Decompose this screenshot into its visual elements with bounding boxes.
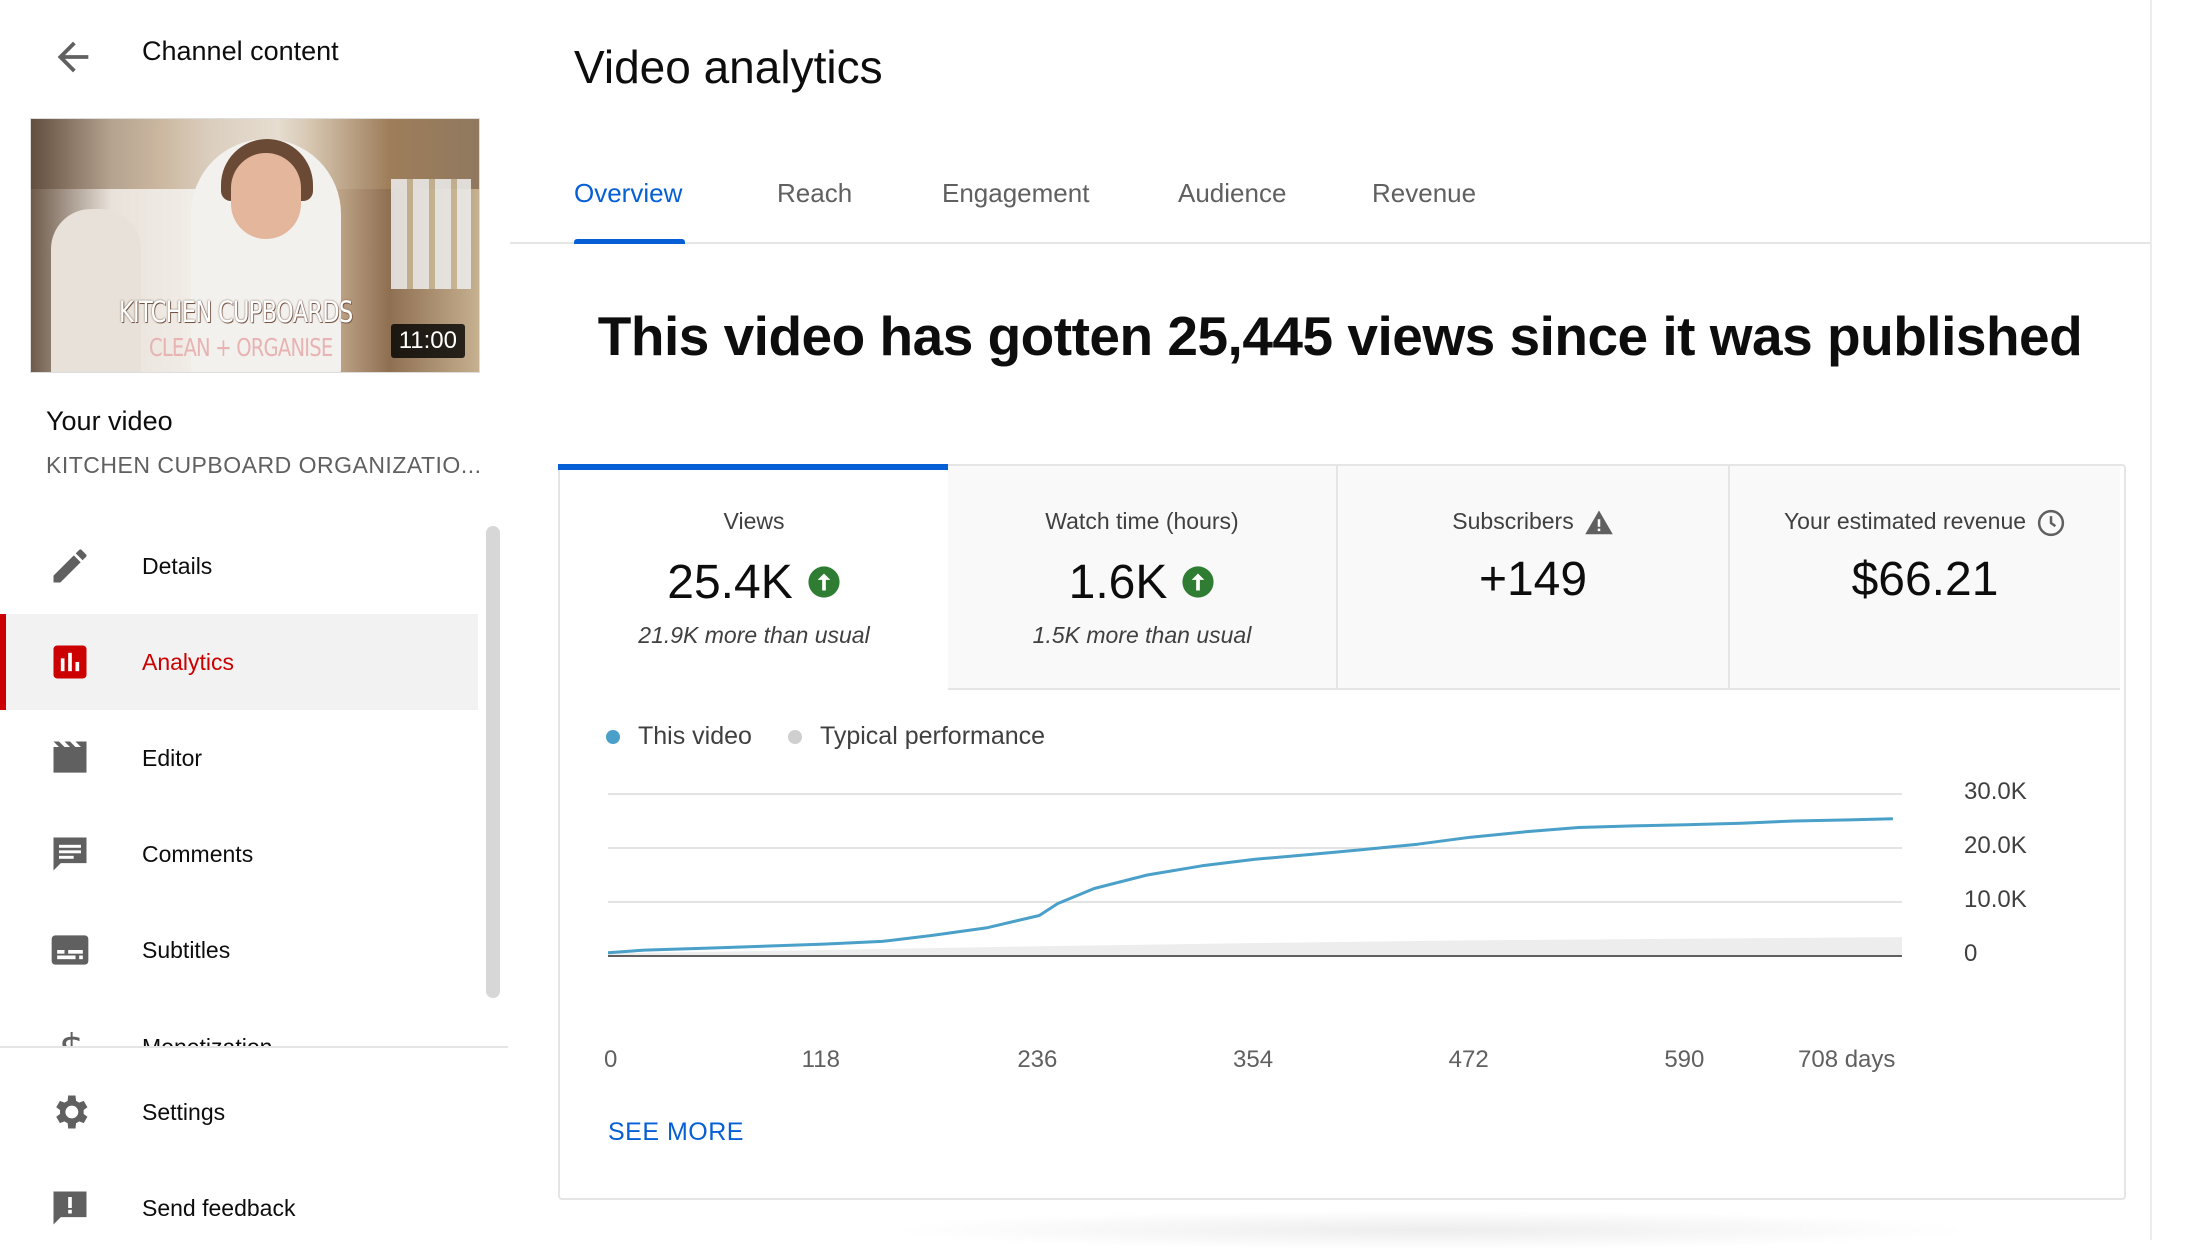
views-line-chart[interactable] [590, 780, 1960, 1080]
x-tick-label: 708 days [1798, 1046, 1896, 1073]
metric-subscribers[interactable]: Subscribers +149 [1338, 466, 1730, 690]
metric-revenue[interactable]: Your estimated revenue $66.21 [1730, 466, 2120, 690]
sidebar-item-send-feedback[interactable]: Send feedback [0, 1160, 478, 1256]
legend-label: Typical performance [819, 722, 1046, 750]
y-tick-label: 20.0K [1964, 832, 2027, 859]
arrow-up-circle-icon [1182, 566, 1214, 598]
page-right-border [2150, 0, 2152, 1240]
metric-watch-time[interactable]: Watch time (hours) 1.6K 1.5K more than u… [948, 466, 1338, 690]
x-tick-label: 118 [801, 1046, 840, 1073]
views-headline: This video has gotten 25,445 views since… [597, 305, 2083, 367]
active-tab-indicator [574, 239, 685, 244]
tab-audience[interactable]: Audience [1178, 178, 1286, 209]
sidebar-item-details[interactable]: Details [0, 518, 478, 614]
tab-reach[interactable]: Reach [777, 178, 852, 209]
thumbnail-figure-child [51, 209, 141, 372]
typical-performance-band [608, 937, 1902, 956]
dollar-icon: $ [59, 1026, 85, 1046]
sidebar-item-label: Settings [142, 1098, 226, 1125]
video-title: KITCHEN CUPBOARD ORGANIZATIO... [46, 452, 482, 478]
sidebar-item-subtitles[interactable]: Subtitles [0, 902, 478, 998]
chart-legend: This video Typical performance [606, 722, 1081, 751]
sidebar-item-monetization[interactable]: $ Monetization [0, 1006, 478, 1046]
subtitles-icon [51, 935, 89, 965]
series-line-this-video[interactable] [607, 817, 1893, 955]
metric-label: Views [723, 508, 785, 534]
x-tick-label: 472 [1448, 1046, 1489, 1073]
metric-label-row: Your estimated revenue [1730, 508, 2120, 538]
clock-icon[interactable] [2036, 508, 2066, 538]
tab-overview[interactable]: Overview [574, 178, 682, 209]
metric-comparison: 21.9K more than usual [638, 622, 870, 648]
clapperboard-icon [53, 741, 87, 773]
metric-value: 25.4K [560, 552, 948, 610]
x-tick-label: 236 [1017, 1046, 1058, 1073]
legend-item-this-video[interactable]: This video [606, 722, 752, 751]
warning-icon[interactable] [1584, 508, 1614, 538]
back-arrow-icon[interactable] [50, 34, 96, 80]
sidebar-divider [0, 1046, 508, 1048]
your-video-label: Your video [46, 406, 173, 436]
sidebar-item-label: Analytics [142, 648, 235, 675]
feedback-icon [53, 1191, 87, 1225]
pencil-icon [53, 549, 87, 583]
metric-value-text: 1.6K [1068, 555, 1168, 609]
sidebar: Channel content KITCHEN CUPBOARDS CLEAN … [0, 0, 508, 1240]
video-duration-badge: 11:00 [390, 324, 465, 358]
tab-bar: Overview Reach Engagement Audience Reven… [510, 158, 2150, 244]
channel-content-link[interactable]: Channel content [142, 36, 339, 67]
thumbnail-jars [391, 179, 471, 289]
sidebar-item-label: Details [142, 552, 213, 579]
y-tick-label: 0 [1964, 940, 1978, 967]
y-tick-label: 30.0K [1964, 778, 2027, 805]
metric-value: +149 [1478, 553, 1588, 606]
sidebar-item-label: Send feedback [142, 1194, 296, 1221]
see-more-link[interactable]: SEE MORE [608, 1118, 744, 1147]
sidebar-item-label: Editor [142, 744, 203, 771]
x-tick-label: 354 [1233, 1046, 1274, 1073]
metric-views[interactable]: Views 25.4K 21.9K more than usual [558, 464, 950, 688]
selected-metric-bar [558, 464, 948, 470]
thumbnail-figure-face [231, 153, 301, 239]
metric-value: 1.6K [948, 552, 1336, 610]
sidebar-item-label: Subtitles [142, 936, 231, 963]
metric-comparison: 1.5K more than usual [1032, 622, 1252, 648]
tab-revenue[interactable]: Revenue [1372, 178, 1476, 209]
metric-label: Your estimated revenue [1783, 508, 2027, 535]
legend-dot [606, 729, 620, 744]
tab-engagement[interactable]: Engagement [942, 178, 1089, 209]
svg-text:$: $ [59, 1026, 85, 1046]
bottom-shadow [880, 1210, 1980, 1250]
metric-label-row: Subscribers [1338, 508, 1728, 538]
metric-label: Subscribers [1452, 508, 1574, 535]
video-thumbnail[interactable]: KITCHEN CUPBOARDS CLEAN + ORGANISE 11:00 [30, 118, 480, 373]
x-tick-label: 0 [604, 1046, 618, 1073]
active-indicator [0, 614, 6, 710]
legend-dot [787, 729, 802, 744]
legend-item-typical[interactable]: Typical performance [787, 722, 1046, 751]
analytics-icon [53, 645, 87, 679]
metric-label: Watch time (hours) [1045, 508, 1239, 534]
comment-icon [53, 837, 87, 871]
y-tick-label: 10.0K [1964, 886, 2027, 913]
x-tick-label: 590 [1664, 1046, 1705, 1073]
metric-value-text: 25.4K [667, 555, 793, 609]
gear-icon [56, 1095, 88, 1129]
metric-value: $66.21 [1851, 553, 1999, 606]
legend-label: This video [638, 722, 752, 750]
sidebar-item-analytics[interactable]: Analytics [0, 614, 478, 710]
thumbnail-title: KITCHEN CUPBOARDS [119, 295, 353, 329]
sidebar-item-label: Comments [142, 840, 254, 867]
sidebar-item-settings[interactable]: Settings [0, 1064, 478, 1160]
thumbnail-subtitle: CLEAN + ORGANISE [149, 333, 333, 362]
sidebar-item-label: Monetization [142, 1034, 272, 1046]
sidebar-item-comments[interactable]: Comments [0, 806, 478, 902]
sidebar-item-editor[interactable]: Editor [0, 710, 478, 806]
page-title: Video analytics [574, 41, 883, 93]
arrow-up-circle-icon [808, 566, 840, 598]
sidebar-scrollbar[interactable] [486, 526, 500, 998]
